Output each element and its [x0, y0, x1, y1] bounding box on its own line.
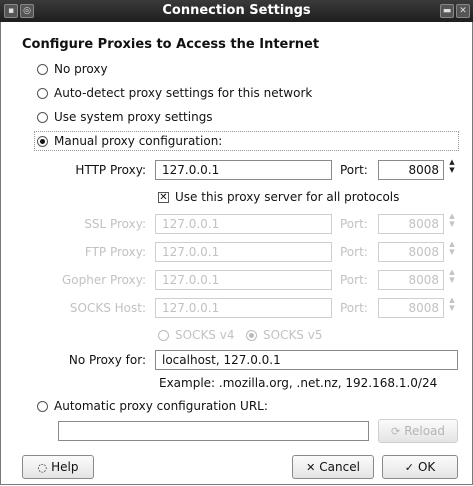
section-heading: Configure Proxies to Access the Internet — [22, 37, 320, 52]
radio-auto-detect[interactable] — [37, 87, 48, 99]
socks-v4-option[interactable]: SOCKS v4 — [158, 328, 234, 342]
socks-port-label: Port: — [340, 301, 368, 315]
help-label: Help — [51, 460, 79, 474]
option-no-proxy-label: No proxy — [54, 62, 108, 76]
http-proxy-label: HTTP Proxy: — [75, 163, 146, 177]
option-auto-url[interactable]: Automatic proxy configuration URL: — [37, 399, 268, 413]
http-port-input[interactable]: 8008 — [378, 160, 444, 180]
title-bar: ▪ ◎ Connection Settings ▬ ✕ — [0, 0, 473, 22]
option-system[interactable]: Use system proxy settings — [37, 110, 213, 124]
socks-host-input[interactable]: 127.0.0.1 — [155, 298, 332, 318]
use-for-all-checkbox[interactable]: ✕ — [158, 191, 169, 203]
close-icon[interactable]: ✕ — [456, 4, 470, 18]
gopher-port-stepper-icon[interactable]: ▲ ▼ — [448, 268, 456, 284]
ssl-proxy-label: SSL Proxy: — [84, 217, 146, 231]
reload-icon: ⟳ — [390, 424, 401, 438]
radio-system[interactable] — [37, 111, 48, 123]
option-no-proxy[interactable]: No proxy — [37, 62, 108, 76]
ftp-proxy-input[interactable]: 127.0.0.1 — [155, 242, 332, 262]
help-button[interactable]: ◌ Help — [22, 455, 94, 479]
gopher-port-label: Port: — [340, 273, 368, 287]
radio-socks-v5[interactable] — [246, 329, 257, 341]
option-auto-detect[interactable]: Auto-detect proxy settings for this netw… — [37, 86, 312, 100]
http-port-label: Port: — [340, 163, 368, 177]
no-proxy-for-label: No Proxy for: — [68, 353, 146, 367]
ftp-port-stepper-icon[interactable]: ▲ ▼ — [448, 240, 456, 256]
minimize-icon[interactable]: ▬ — [440, 4, 454, 18]
ok-icon: ✓ — [404, 460, 414, 474]
socks-port-stepper-icon[interactable]: ▲ ▼ — [448, 296, 456, 312]
cancel-button[interactable]: ✕ Cancel — [292, 455, 374, 479]
cancel-icon: ✕ — [306, 460, 316, 474]
auto-url-input[interactable] — [58, 421, 369, 441]
option-manual-label: Manual proxy configuration: — [54, 134, 223, 148]
no-proxy-for-input[interactable]: localhost, 127.0.0.1 — [155, 350, 458, 370]
ok-button[interactable]: ✓ OK — [382, 455, 458, 479]
reload-label: Reload — [404, 424, 446, 438]
ssl-port-input[interactable]: 8008 — [378, 214, 444, 234]
cancel-label: Cancel — [319, 460, 360, 474]
ssl-port-label: Port: — [340, 217, 368, 231]
radio-no-proxy[interactable] — [37, 63, 48, 75]
radio-socks-v4[interactable] — [158, 329, 169, 341]
http-port-stepper-icon[interactable]: ▲ ▼ — [448, 158, 456, 174]
option-auto-detect-label: Auto-detect proxy settings for this netw… — [54, 86, 313, 100]
gopher-proxy-input[interactable]: 127.0.0.1 — [155, 270, 332, 290]
socks-v5-label: SOCKS v5 — [263, 328, 323, 342]
socks-v4-label: SOCKS v4 — [175, 328, 235, 342]
gopher-port-input[interactable]: 8008 — [378, 270, 444, 290]
ok-label: OK — [417, 460, 436, 474]
radio-manual[interactable] — [37, 135, 48, 147]
ftp-port-input[interactable]: 8008 — [378, 242, 444, 262]
reload-button[interactable]: ⟳ Reload — [378, 419, 458, 443]
ssl-proxy-input[interactable]: 127.0.0.1 — [155, 214, 332, 234]
socks-port-input[interactable]: 8008 — [378, 298, 444, 318]
window-title: Connection Settings — [162, 3, 311, 18]
radio-auto-url[interactable] — [37, 400, 48, 412]
option-manual[interactable]: Manual proxy configuration: — [37, 134, 222, 148]
http-proxy-input[interactable]: 127.0.0.1 — [155, 160, 332, 180]
option-system-label: Use system proxy settings — [54, 110, 213, 124]
no-proxy-example: Example: .mozilla.org, .net.nz, 192.168.… — [159, 376, 438, 390]
option-auto-url-label: Automatic proxy configuration URL: — [54, 399, 268, 413]
ftp-port-label: Port: — [340, 245, 368, 259]
ssl-port-stepper-icon[interactable]: ▲ ▼ — [448, 212, 456, 228]
use-for-all-row[interactable]: ✕ Use this proxy server for all protocol… — [158, 190, 399, 204]
help-icon: ◌ — [37, 460, 48, 474]
use-for-all-label: Use this proxy server for all protocols — [175, 190, 400, 204]
gopher-proxy-label: Gopher Proxy: — [61, 273, 146, 287]
socks-v5-option[interactable]: SOCKS v5 — [246, 328, 322, 342]
ftp-proxy-label: FTP Proxy: — [84, 245, 146, 259]
socks-host-label: SOCKS Host: — [69, 301, 146, 315]
